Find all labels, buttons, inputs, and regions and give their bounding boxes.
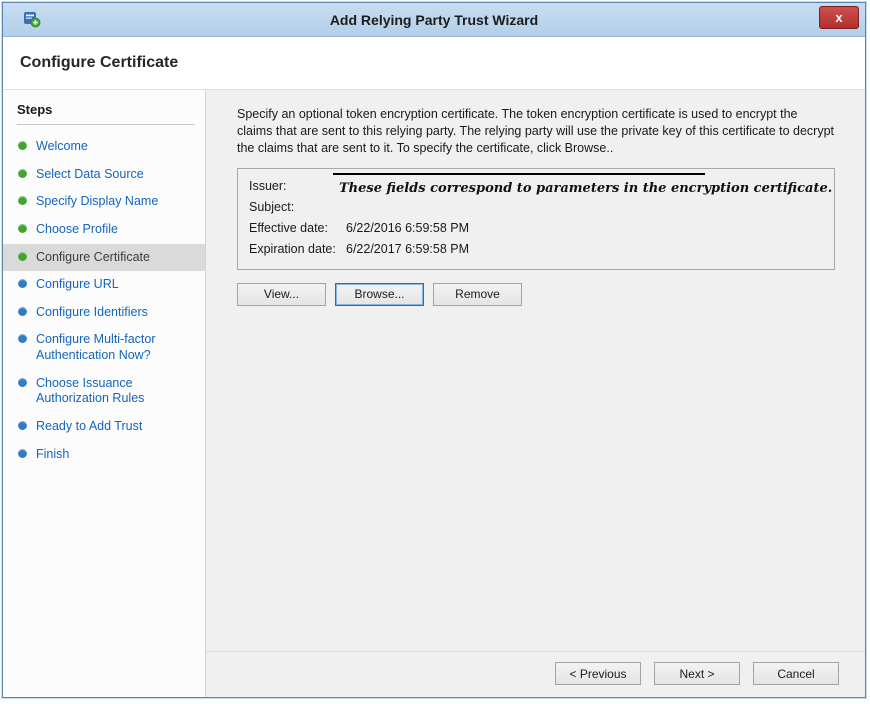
- step-item-select-data-source[interactable]: Select Data Source: [3, 161, 205, 189]
- page-title: Configure Certificate: [20, 54, 178, 72]
- cancel-button[interactable]: Cancel: [753, 662, 839, 685]
- expiration-date-value: 6/22/2017 6:59:58 PM: [346, 242, 469, 256]
- step-label: Welcome: [36, 139, 88, 155]
- steps-sidebar: Steps Welcome Select Data Source Specify D…: [3, 90, 206, 697]
- step-item-configure-multi-factor-authentication-now[interactable]: Configure Multi-factor Authentication No…: [3, 326, 205, 369]
- step-label: Finish: [36, 447, 69, 463]
- redaction-bar: [333, 173, 705, 175]
- close-button[interactable]: x: [819, 6, 859, 29]
- step-item-configure-certificate[interactable]: Configure Certificate: [3, 244, 205, 272]
- description-text: Specify an optional token encryption cer…: [237, 106, 835, 157]
- step-status-icon: [18, 449, 27, 458]
- effective-date-value: 6/22/2016 6:59:58 PM: [346, 221, 469, 235]
- issuer-label: Issuer:: [249, 179, 346, 193]
- step-label: Configure Identifiers: [36, 305, 148, 321]
- browse-button[interactable]: Browse...: [335, 283, 424, 306]
- expiration-date-row: Expiration date: 6/22/2017 6:59:58 PM: [249, 239, 824, 260]
- step-item-choose-issuance-authorization-rules[interactable]: Choose Issuance Authorization Rules: [3, 370, 205, 413]
- step-item-welcome[interactable]: Welcome: [3, 133, 205, 161]
- step-status-icon: [18, 196, 27, 205]
- step-label: Ready to Add Trust: [36, 419, 142, 435]
- page-header: Configure Certificate: [3, 37, 865, 90]
- step-item-specify-display-name[interactable]: Specify Display Name: [3, 188, 205, 216]
- certificate-actions: View... Browse... Remove: [237, 283, 835, 306]
- steps-list: Welcome Select Data Source Specify Display…: [3, 133, 205, 468]
- view-button[interactable]: View...: [237, 283, 326, 306]
- step-status-icon: [18, 334, 27, 343]
- step-label: Choose Issuance Authorization Rules: [36, 376, 197, 407]
- wizard-window: Add Relying Party Trust Wizard x Configu…: [2, 2, 866, 698]
- step-status-icon: [18, 421, 27, 430]
- step-status-icon: [18, 224, 27, 233]
- effective-date-row: Effective date: 6/22/2016 6:59:58 PM: [249, 218, 824, 239]
- step-item-configure-identifiers[interactable]: Configure Identifiers: [3, 299, 205, 327]
- close-icon: x: [835, 10, 842, 25]
- titlebar[interactable]: Add Relying Party Trust Wizard x: [3, 3, 865, 37]
- step-status-icon: [18, 307, 27, 316]
- wizard-body: Steps Welcome Select Data Source Specify D…: [3, 90, 865, 697]
- next-button[interactable]: Next >: [654, 662, 740, 685]
- wizard-icon: [23, 10, 43, 30]
- step-label: Configure Multi-factor Authentication No…: [36, 332, 197, 363]
- step-status-icon: [18, 378, 27, 387]
- annotation-note: These fields correspond to parameters in…: [339, 181, 824, 196]
- content-panel: Specify an optional token encryption cer…: [206, 90, 865, 697]
- step-status-icon: [18, 252, 27, 261]
- subject-row: Subject:: [249, 197, 824, 218]
- step-status-icon: [18, 169, 27, 178]
- step-label: Configure Certificate: [36, 250, 150, 266]
- step-status-icon: [18, 279, 27, 288]
- footer-bar: < Previous Next > Cancel: [206, 651, 865, 697]
- certificate-panel: Issuer: Subject: Effective date: 6/22/20…: [237, 168, 835, 270]
- step-label: Specify Display Name: [36, 194, 158, 210]
- subject-label: Subject:: [249, 200, 346, 214]
- step-item-configure-url[interactable]: Configure URL: [3, 271, 205, 299]
- step-item-choose-profile[interactable]: Choose Profile: [3, 216, 205, 244]
- step-label: Choose Profile: [36, 222, 118, 238]
- previous-button[interactable]: < Previous: [555, 662, 641, 685]
- window-title: Add Relying Party Trust Wizard: [3, 12, 865, 28]
- step-label: Select Data Source: [36, 167, 144, 183]
- remove-button[interactable]: Remove: [433, 283, 522, 306]
- step-label: Configure URL: [36, 277, 119, 293]
- step-item-finish[interactable]: Finish: [3, 441, 205, 469]
- step-status-icon: [18, 141, 27, 150]
- steps-header: Steps: [17, 102, 195, 125]
- step-item-ready-to-add-trust[interactable]: Ready to Add Trust: [3, 413, 205, 441]
- effective-date-label: Effective date:: [249, 221, 346, 235]
- expiration-date-label: Expiration date:: [249, 242, 346, 256]
